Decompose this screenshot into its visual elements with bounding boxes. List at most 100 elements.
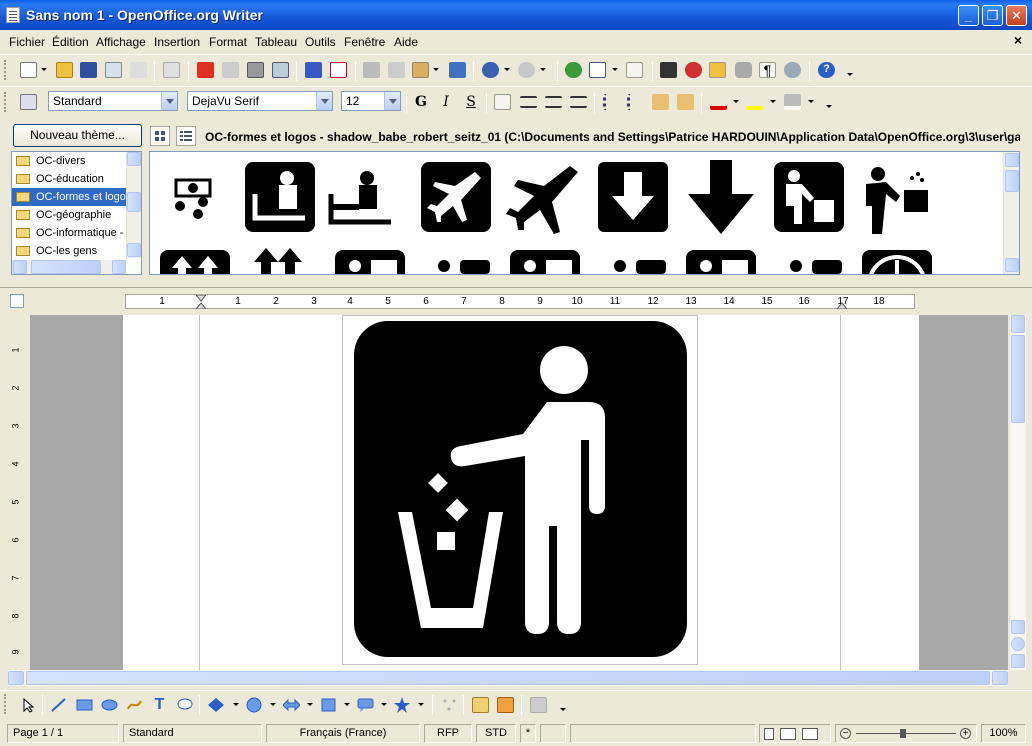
justify-icon[interactable] (570, 96, 587, 108)
theme-list-scrollbar[interactable] (126, 152, 141, 258)
navigator-icon[interactable] (685, 62, 702, 78)
information-thumbnail[interactable] (420, 248, 494, 274)
increase-indent-icon[interactable] (677, 94, 694, 110)
toolbar-overflow-icon[interactable] (826, 105, 832, 108)
paste-icon[interactable] (412, 62, 429, 78)
numbering-icon[interactable] (603, 94, 620, 110)
lost-found-thumbnail[interactable] (772, 248, 846, 274)
rectangle-icon[interactable] (76, 697, 93, 713)
left-indent-marker-icon[interactable] (196, 295, 206, 309)
toolbar-grip[interactable] (4, 60, 7, 80)
italic-button[interactable]: I (437, 93, 455, 111)
font-size-combo[interactable]: 12 (341, 91, 401, 111)
new-dropdown-icon[interactable] (41, 68, 47, 71)
airplane-boxed-thumbnail[interactable] (419, 160, 493, 234)
menu-insertion[interactable]: Insertion (154, 35, 200, 49)
stars-dropdown-icon[interactable] (418, 703, 424, 706)
email-icon[interactable] (105, 62, 122, 78)
highlighting-dropdown-icon[interactable] (770, 100, 776, 103)
block-arrows-icon[interactable] (282, 697, 301, 713)
scroll-thumb[interactable] (31, 260, 101, 274)
list-item[interactable]: OC-formes et logos (12, 188, 128, 206)
callout-icon[interactable] (176, 697, 193, 713)
draw-functions-icon[interactable] (626, 62, 643, 78)
arrows-updown-boxed-thumbnail[interactable] (158, 248, 232, 274)
formatting-marks-icon[interactable]: ¶ (759, 62, 776, 78)
clone-formatting-icon[interactable] (449, 62, 466, 78)
menu-aide[interactable]: Aide (394, 35, 418, 49)
menu-fichier[interactable]: Fichier (9, 35, 45, 49)
edit-file-icon[interactable] (130, 62, 147, 78)
insert-image-icon[interactable] (497, 697, 514, 713)
theme-list-hscrollbar[interactable] (12, 260, 126, 274)
line-icon[interactable] (50, 697, 67, 713)
font-color-icon[interactable] (710, 94, 727, 110)
align-right-icon[interactable] (545, 96, 562, 108)
digital-signature-status[interactable] (540, 724, 566, 743)
copy-icon[interactable] (388, 62, 405, 78)
hyperlink-icon[interactable] (565, 62, 582, 78)
page-style[interactable]: Standard (123, 724, 262, 743)
scroll-up-button[interactable] (127, 152, 141, 166)
fontwork-icon[interactable] (472, 697, 489, 713)
menu-edition[interactable]: Édition (52, 35, 89, 49)
chevron-down-icon[interactable] (161, 92, 177, 110)
close-button[interactable]: ✕ (1006, 5, 1027, 26)
writer-app-icon[interactable] (6, 7, 20, 23)
select-arrow-icon[interactable] (20, 697, 37, 713)
scroll-left-button[interactable] (13, 260, 27, 274)
undo-dropdown-icon[interactable] (504, 68, 510, 71)
font-name-combo[interactable]: DejaVu Serif (187, 91, 333, 111)
previous-page-icon[interactable] (1011, 620, 1025, 634)
symbol-shapes-icon[interactable] (246, 697, 263, 713)
scroll-thumb[interactable] (1011, 335, 1025, 423)
list-item[interactable]: OC-divers (12, 152, 128, 170)
list-item[interactable]: OC-informatique - (12, 224, 128, 242)
toolbar-grip[interactable] (4, 92, 7, 112)
toolbar-overflow-icon[interactable] (847, 73, 853, 76)
help-icon[interactable]: ? (818, 62, 835, 78)
close-document-icon[interactable]: × (1014, 32, 1022, 48)
bullets-icon[interactable] (627, 94, 644, 110)
decrease-indent-icon[interactable] (652, 94, 669, 110)
new-document-icon[interactable] (20, 62, 37, 78)
list-item[interactable]: OC-éducation (12, 170, 128, 188)
undo-icon[interactable] (482, 62, 499, 78)
toolbar-grip[interactable] (4, 694, 7, 714)
arrow-down-thumbnail[interactable] (684, 160, 758, 234)
chevron-down-icon[interactable] (316, 92, 332, 110)
next-page-icon[interactable] (1011, 654, 1025, 668)
autospellcheck-icon[interactable] (330, 62, 347, 78)
spellcheck-icon[interactable] (305, 62, 322, 78)
vertical-ruler[interactable]: 1 2 3 4 5 6 7 8 9 (8, 315, 26, 670)
paragraph-style-combo[interactable]: Standard (48, 91, 178, 111)
scroll-right-button[interactable] (112, 260, 126, 274)
basic-shapes-dropdown-icon[interactable] (233, 703, 239, 706)
zoom-out-icon[interactable]: − (840, 728, 851, 739)
save-icon[interactable] (80, 62, 97, 78)
toolbar-overflow-icon[interactable] (560, 708, 566, 711)
redo-icon[interactable] (518, 62, 535, 78)
tab-stop-selector[interactable] (10, 294, 24, 308)
airplane-thumbnail[interactable] (502, 160, 578, 234)
callouts-dropdown-icon[interactable] (381, 703, 387, 706)
print-preview-icon[interactable] (272, 62, 289, 78)
edit-mode-icon[interactable] (163, 62, 180, 78)
selection-mode[interactable]: STD (476, 724, 516, 743)
document-vertical-scrollbar[interactable] (1010, 315, 1026, 670)
customs-officer-boxed-thumbnail[interactable] (243, 160, 317, 234)
text-tool-icon[interactable]: T (151, 697, 168, 713)
drinking-fountain-boxed-thumbnail[interactable] (772, 160, 846, 234)
highlighting-icon[interactable] (746, 94, 763, 110)
list-item[interactable]: OC-géographie (12, 206, 128, 224)
scroll-down-button[interactable] (127, 243, 141, 257)
paste-dropdown-icon[interactable] (433, 68, 439, 71)
print-direct-icon[interactable] (222, 62, 239, 78)
align-left-icon[interactable] (494, 94, 511, 110)
detail-view-button[interactable] (176, 126, 196, 146)
page-count[interactable]: Page 1 / 1 (7, 724, 119, 743)
right-indent-marker-icon[interactable] (837, 295, 847, 309)
freeform-icon[interactable] (126, 697, 143, 713)
menu-tableau[interactable]: Tableau (255, 35, 297, 49)
information-desk-boxed-thumbnail[interactable] (508, 248, 582, 274)
